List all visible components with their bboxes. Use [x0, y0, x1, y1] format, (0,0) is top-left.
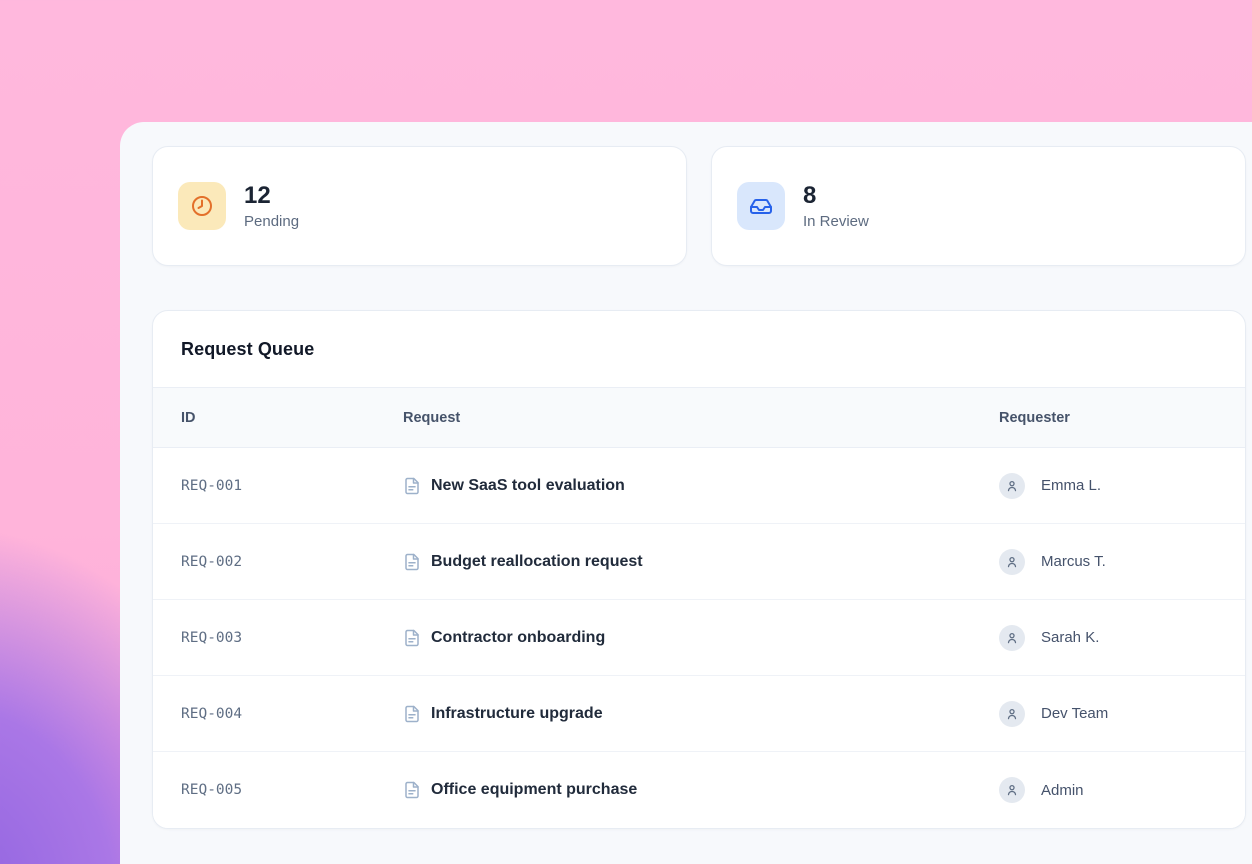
stats-row: 12 Pending 8 In Review — [152, 146, 1246, 266]
stat-card-pending: 12 Pending — [152, 146, 687, 266]
request-id: REQ-004 — [181, 706, 403, 722]
stat-text: 8 In Review — [803, 182, 869, 230]
requester-cell: Dev Team — [999, 701, 1221, 727]
stat-text: 12 Pending — [244, 182, 299, 230]
request-cell: Office equipment purchase — [403, 781, 999, 799]
stat-value-in-review: 8 — [803, 182, 869, 210]
requester-cell: Admin — [999, 777, 1221, 803]
request-title: Infrastructure upgrade — [431, 705, 603, 723]
requester-name: Dev Team — [1041, 705, 1108, 722]
column-header-id: ID — [181, 410, 403, 426]
request-cell: Budget reallocation request — [403, 553, 999, 571]
main-panel: 12 Pending 8 In Review — [120, 122, 1252, 864]
request-cell: Infrastructure upgrade — [403, 705, 999, 723]
desktop-background: { "stats": [ { "value": "12", "label": "… — [0, 0, 1252, 864]
table-row[interactable]: REQ-002 Budget reallocation request Marc… — [153, 524, 1245, 600]
column-header-requester: Requester — [999, 410, 1221, 426]
stat-label-in-review: In Review — [803, 213, 869, 230]
request-title: Budget reallocation request — [431, 553, 643, 571]
request-queue-card: Request Queue ID Request Requester REQ-0… — [152, 310, 1246, 829]
stat-card-in-review: 8 In Review — [711, 146, 1246, 266]
request-cell: Contractor onboarding — [403, 629, 999, 647]
request-id: REQ-002 — [181, 554, 403, 570]
request-id: REQ-003 — [181, 630, 403, 646]
table-row[interactable]: REQ-005 Office equipment purchase Admin — [153, 752, 1245, 828]
stat-value-pending: 12 — [244, 182, 299, 210]
requester-name: Marcus T. — [1041, 553, 1106, 570]
user-avatar-icon — [999, 701, 1025, 727]
request-title: Contractor onboarding — [431, 629, 605, 647]
user-avatar-icon — [999, 625, 1025, 651]
column-header-request: Request — [403, 410, 999, 426]
table-row[interactable]: REQ-004 Infrastructure upgrade Dev Team — [153, 676, 1245, 752]
file-text-icon — [403, 781, 421, 799]
table-title-row: Request Queue — [153, 311, 1245, 387]
file-text-icon — [403, 629, 421, 647]
stat-label-pending: Pending — [244, 213, 299, 230]
request-id: REQ-001 — [181, 478, 403, 494]
table-row[interactable]: REQ-003 Contractor onboarding Sarah K. — [153, 600, 1245, 676]
table-row[interactable]: REQ-001 New SaaS tool evaluation Emma L. — [153, 448, 1245, 524]
request-id: REQ-005 — [181, 782, 403, 798]
clock-icon — [178, 182, 226, 230]
user-avatar-icon — [999, 473, 1025, 499]
request-title: New SaaS tool evaluation — [431, 477, 625, 495]
file-text-icon — [403, 477, 421, 495]
requester-name: Sarah K. — [1041, 629, 1099, 646]
file-text-icon — [403, 705, 421, 723]
table-title: Request Queue — [181, 339, 1217, 360]
user-avatar-icon — [999, 777, 1025, 803]
requester-cell: Sarah K. — [999, 625, 1221, 651]
inbox-icon — [737, 182, 785, 230]
panel-content: 12 Pending 8 In Review — [152, 146, 1246, 829]
request-cell: New SaaS tool evaluation — [403, 477, 999, 495]
requester-cell: Emma L. — [999, 473, 1221, 499]
file-text-icon — [403, 553, 421, 571]
user-avatar-icon — [999, 549, 1025, 575]
requester-name: Admin — [1041, 782, 1084, 799]
requester-name: Emma L. — [1041, 477, 1101, 494]
table-header-row: ID Request Requester — [153, 387, 1245, 448]
table-body: REQ-001 New SaaS tool evaluation Emma L. — [153, 448, 1245, 828]
requester-cell: Marcus T. — [999, 549, 1221, 575]
request-title: Office equipment purchase — [431, 781, 637, 799]
